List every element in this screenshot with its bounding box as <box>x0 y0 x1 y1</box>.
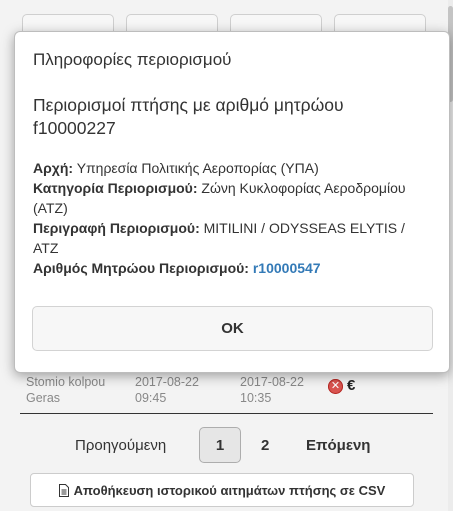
cancel-icon[interactable]: ✕ <box>328 378 343 394</box>
pagination-next[interactable]: Επόμενη <box>306 437 370 454</box>
start-time: 09:45 <box>135 391 167 405</box>
description-row: Περιγραφή Περιορισμού: MITILINI / ODYSSE… <box>33 218 433 258</box>
category-label: Κατηγορία Περιορισμού: <box>33 180 198 196</box>
category-row: Κατηγορία Περιορισμού: Ζώνη Κυκλοφορίας … <box>33 178 433 218</box>
document-icon <box>58 483 69 497</box>
euro-icon[interactable]: € <box>347 378 355 394</box>
pagination-prev[interactable]: Προηγούμενη <box>75 437 166 454</box>
registry-link[interactable]: r10000547 <box>253 260 321 276</box>
dialog-subtitle: Περιορισμοί πτήσης με αριθμό μητρώου f10… <box>33 95 344 138</box>
start-date: 2017-08-22 <box>135 375 199 389</box>
registry-label: Αριθμός Μητρώου Περιορισμού: <box>33 260 249 276</box>
route-name-cell: Stomio kolpou Geras <box>26 374 126 406</box>
description-label: Περιγραφή Περιορισμού: <box>33 220 200 236</box>
export-csv-button[interactable]: Αποθήκευση ιστορικού αιτημάτων πτήσης σε… <box>30 473 414 507</box>
end-date: 2017-08-22 <box>240 375 304 389</box>
table-row[interactable]: Stomio kolpou Geras 2017-08-22 09:45 201… <box>20 372 433 414</box>
restriction-info-dialog: Πληροφορίες περιορισμού Περιορισμοί πτήσ… <box>14 31 450 373</box>
authority-value: Υπηρεσία Πολιτικής Αεροπορίας (ΥΠΑ) <box>76 160 319 176</box>
start-cell: 2017-08-22 09:45 <box>135 374 235 406</box>
dialog-title: Πληροφορίες περιορισμού <box>33 50 232 69</box>
status-icons: ✕ € <box>328 378 355 394</box>
export-csv-label: Αποθήκευση ιστορικού αιτημάτων πτήσης σε… <box>73 482 386 498</box>
route-name-line1: Stomio kolpou <box>26 375 106 389</box>
end-time: 10:35 <box>240 391 272 405</box>
pagination-page-2[interactable]: 2 <box>261 437 269 454</box>
ok-button[interactable]: OK <box>32 306 433 351</box>
registry-row: Αριθμός Μητρώου Περιορισμού: r10000547 <box>33 258 433 278</box>
authority-row: Αρχή: Υπηρεσία Πολιτικής Αεροπορίας (ΥΠΑ… <box>33 158 433 178</box>
route-name-line2: Geras <box>26 391 61 405</box>
pagination: Προηγούμενη 1 2 Επόμενη <box>0 427 453 463</box>
restriction-details: Αρχή: Υπηρεσία Πολιτικής Αεροπορίας (ΥΠΑ… <box>33 158 433 278</box>
pagination-page-1[interactable]: 1 <box>199 427 241 463</box>
authority-label: Αρχή: <box>33 160 74 176</box>
end-cell: 2017-08-22 10:35 <box>240 374 340 406</box>
